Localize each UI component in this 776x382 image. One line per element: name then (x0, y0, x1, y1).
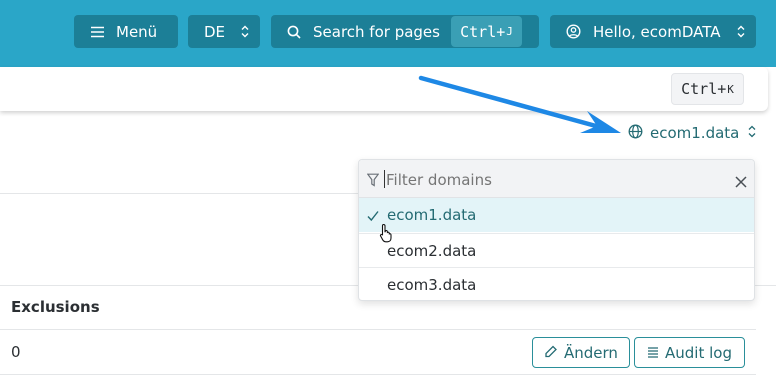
shortcut-ctrl: Ctrl+ (460, 22, 506, 41)
check-icon (367, 208, 379, 226)
exclusions-header: Exclusions (11, 298, 100, 316)
divider (0, 329, 756, 330)
list-icon (647, 344, 659, 362)
divider (0, 193, 358, 194)
filter-icon (366, 172, 380, 191)
domain-dropdown: ecom1.data ecom2.data ecom3.data (358, 159, 755, 301)
top-navigation-bar: Menü DE Search for pages Ctrl+ J Hello, … (0, 0, 776, 67)
language-select[interactable]: DE (188, 15, 260, 48)
shortcut-key: J (506, 25, 513, 38)
user-greeting: Hello, ecomDATA (593, 22, 721, 41)
search-icon (287, 25, 301, 39)
close-icon[interactable] (735, 173, 747, 192)
language-label: DE (204, 22, 226, 41)
search-label: Search for pages (313, 22, 440, 41)
domain-filter-bar (359, 160, 754, 198)
user-menu-button[interactable]: Hello, ecomDATA (550, 15, 756, 48)
menu-label: Menü (116, 22, 158, 41)
hand-cursor-icon (379, 223, 392, 243)
pencil-icon (544, 344, 558, 362)
domain-switcher[interactable]: ecom1.data (628, 122, 756, 144)
shortcut-ctrl: Ctrl+ (681, 80, 727, 98)
current-domain: ecom1.data (650, 124, 740, 142)
menu-button[interactable]: Menü (74, 15, 178, 48)
user-circle-icon (566, 24, 581, 39)
audit-log-label: Audit log (665, 343, 732, 362)
edit-button[interactable]: Ändern (532, 337, 630, 368)
command-bar (0, 67, 768, 111)
domain-option[interactable]: ecom3.data (359, 268, 754, 300)
chevron-up-down-icon (737, 25, 745, 38)
chevron-up-down-icon (241, 25, 249, 38)
shortcut-key: K (727, 82, 734, 96)
page-search-button[interactable]: Search for pages Ctrl+ J (271, 15, 539, 48)
command-shortcut-badge[interactable]: Ctrl+ K (671, 73, 744, 105)
globe-icon (628, 124, 643, 143)
domain-option[interactable]: ecom1.data (359, 198, 754, 232)
audit-log-button[interactable]: Audit log (634, 337, 745, 368)
chevron-up-down-icon (748, 124, 756, 142)
edit-label: Ändern (564, 343, 618, 362)
search-shortcut-badge: Ctrl+ J (451, 16, 522, 47)
exclusions-value: 0 (11, 343, 21, 361)
domain-option[interactable]: ecom2.data (359, 234, 754, 268)
hamburger-icon (91, 26, 104, 38)
domain-option-label: ecom2.data (387, 242, 477, 260)
divider (0, 374, 756, 375)
domain-filter-input[interactable] (384, 166, 718, 194)
domain-option-label: ecom3.data (387, 276, 477, 294)
domain-option-label: ecom1.data (387, 206, 477, 224)
